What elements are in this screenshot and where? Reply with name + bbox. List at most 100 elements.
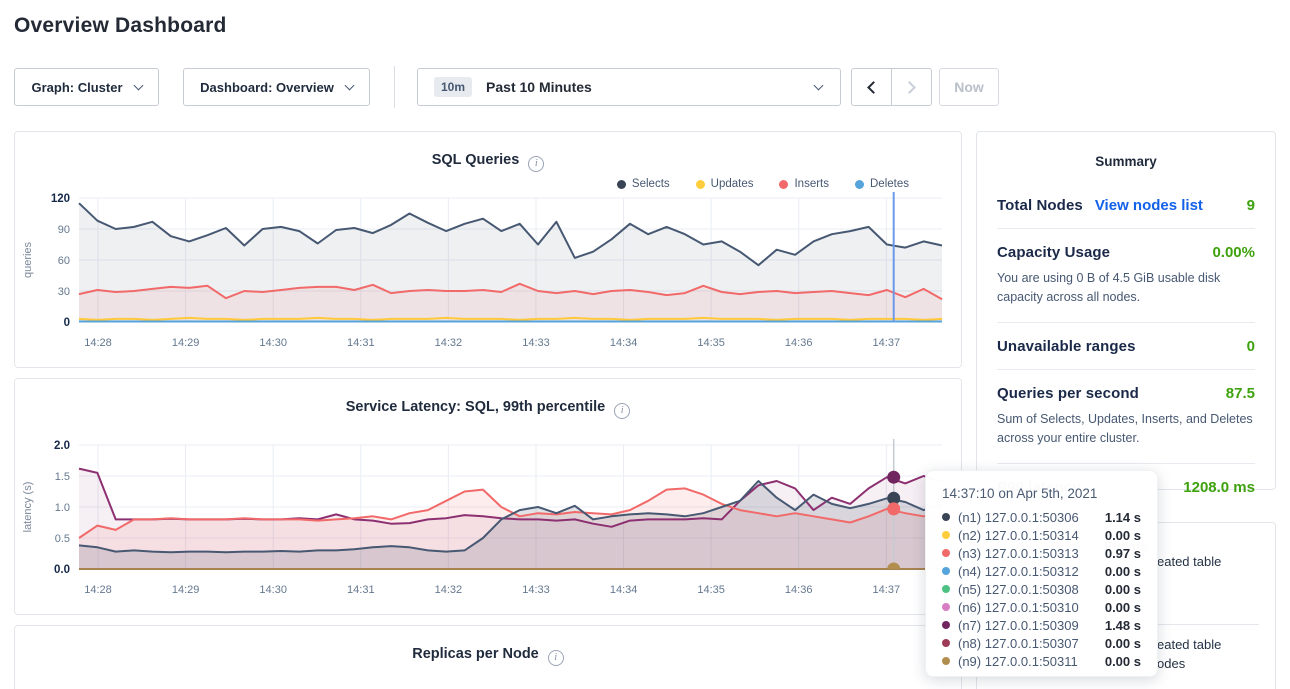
svg-text:14:33: 14:33: [522, 584, 550, 596]
dashboard-label: Dashboard: Overview: [200, 80, 334, 95]
tooltip-row: (n2) 127.0.0.1:503140.00 s: [942, 526, 1141, 544]
sql-queries-panel: SQL Queriesi SelectsUpdatesInsertsDelete…: [14, 131, 962, 368]
svg-text:14:36: 14:36: [785, 337, 813, 349]
svg-text:0.5: 0.5: [55, 533, 70, 545]
svg-text:60: 60: [58, 255, 70, 267]
chevron-right-icon: [903, 81, 916, 94]
service-latency-panel: Service Latency: SQL, 99th percentilei 1…: [14, 378, 962, 615]
svg-text:14:34: 14:34: [610, 337, 638, 349]
next-interval-button[interactable]: [891, 69, 931, 105]
unavailable-ranges-label: Unavailable ranges: [997, 338, 1136, 355]
dashboard-dropdown[interactable]: Dashboard: Overview: [183, 68, 370, 106]
tooltip-row: (n9) 127.0.0.1:503110.00 s: [942, 652, 1141, 670]
event-row-fragment[interactable]: odes: [1157, 656, 1185, 671]
svg-text:14:28: 14:28: [84, 584, 112, 596]
series-dot: [942, 621, 950, 629]
svg-text:14:33: 14:33: [522, 337, 550, 349]
page-title: Overview Dashboard: [14, 14, 227, 38]
chevron-down-icon: [344, 80, 354, 90]
graph-scope-label: Graph: Cluster: [31, 80, 122, 95]
svg-text:14:32: 14:32: [435, 337, 463, 349]
sql-queries-title: SQL Queriesi: [15, 132, 961, 172]
prev-interval-button[interactable]: [852, 69, 891, 105]
now-button[interactable]: Now: [939, 68, 999, 106]
capacity-description: You are using 0 B of 4.5 GiB usable disk…: [997, 269, 1255, 308]
toolbar-divider: [394, 66, 395, 108]
info-icon[interactable]: i: [548, 650, 564, 666]
service-latency-title: Service Latency: SQL, 99th percentilei: [15, 379, 961, 419]
svg-text:14:37: 14:37: [873, 584, 901, 596]
sql-queries-chart[interactable]: 14:28 14:29 14:30 14:31 14:32 14:33 14:34 14:35…: [15, 186, 955, 356]
info-icon[interactable]: i: [614, 403, 630, 419]
series-dot: [942, 585, 950, 593]
info-icon[interactable]: i: [528, 156, 544, 172]
overview-dashboard-page: Overview Dashboard Graph: Cluster Dashbo…: [0, 0, 1290, 689]
chevron-down-icon: [814, 80, 824, 90]
summary-row-qps: Queries per second 87.5 Sum of Selects, …: [997, 369, 1255, 463]
time-range-dropdown[interactable]: 10m Past 10 Minutes: [417, 68, 841, 106]
series-dot: [942, 513, 950, 521]
svg-text:14:35: 14:35: [697, 337, 725, 349]
svg-text:14:31: 14:31: [347, 337, 375, 349]
svg-text:14:34: 14:34: [610, 584, 638, 596]
svg-text:30: 30: [58, 286, 70, 298]
chevron-down-icon: [133, 80, 143, 90]
series-dot: [942, 603, 950, 611]
series-dot: [942, 531, 950, 539]
tooltip-row: (n4) 127.0.0.1:503120.00 s: [942, 562, 1141, 580]
svg-text:14:29: 14:29: [172, 337, 200, 349]
svg-text:14:32: 14:32: [435, 584, 463, 596]
event-row-fragment[interactable]: eated table: [1157, 637, 1221, 652]
svg-text:14:30: 14:30: [259, 337, 287, 349]
time-range-badge: 10m: [434, 77, 472, 97]
tooltip-row: (n8) 127.0.0.1:503070.00 s: [942, 634, 1141, 652]
service-latency-chart[interactable]: 14:2814:2914:3014:3114:3214:3314:3414:35…: [15, 433, 955, 603]
tooltip-row: (n7) 127.0.0.1:503091.48 s: [942, 616, 1141, 634]
capacity-label: Capacity Usage: [997, 244, 1110, 261]
svg-text:queries: queries: [22, 241, 34, 278]
graph-scope-dropdown[interactable]: Graph: Cluster: [14, 68, 159, 106]
svg-text:0.0: 0.0: [54, 564, 70, 576]
summary-row-unavailable: Unavailable ranges 0: [997, 322, 1255, 369]
summary-panel: Summary Total Nodes View nodes list 9 Ca…: [976, 131, 1276, 490]
qps-value: 87.5: [1226, 385, 1255, 402]
svg-text:120: 120: [51, 193, 70, 205]
series-dot: [942, 639, 950, 647]
total-nodes-value: 9: [1247, 197, 1255, 214]
time-pager: [851, 68, 932, 106]
qps-description: Sum of Selects, Updates, Inserts, and De…: [997, 410, 1255, 449]
event-row-fragment[interactable]: eated table: [1157, 554, 1221, 569]
qps-label: Queries per second: [997, 385, 1139, 402]
svg-text:14:28: 14:28: [84, 337, 112, 349]
chevron-left-icon: [867, 81, 880, 94]
tooltip-rows: (n1) 127.0.0.1:503061.14 s(n2) 127.0.0.1…: [942, 508, 1141, 670]
replicas-title: Replicas per Nodei: [15, 626, 961, 666]
svg-text:14:29: 14:29: [172, 584, 200, 596]
unavailable-ranges-value: 0: [1247, 338, 1255, 355]
svg-text:0: 0: [64, 317, 70, 329]
series-dot: [942, 657, 950, 665]
svg-text:2.0: 2.0: [54, 440, 70, 452]
svg-text:latency (s): latency (s): [22, 482, 34, 533]
tooltip-row: (n3) 127.0.0.1:503130.97 s: [942, 544, 1141, 562]
svg-text:1.0: 1.0: [55, 502, 70, 514]
series-dot: [942, 567, 950, 575]
capacity-value: 0.00%: [1212, 244, 1255, 261]
series-dot: [942, 549, 950, 557]
tooltip-row: (n6) 127.0.0.1:503100.00 s: [942, 598, 1141, 616]
time-range-label: Past 10 Minutes: [486, 79, 592, 95]
svg-text:14:30: 14:30: [259, 584, 287, 596]
p99-latency-value: 1208.0 ms: [1183, 479, 1255, 496]
svg-text:14:35: 14:35: [697, 584, 725, 596]
svg-text:14:36: 14:36: [785, 584, 813, 596]
summary-row-total-nodes: Total Nodes View nodes list 9: [997, 182, 1255, 228]
summary-row-capacity: Capacity Usage 0.00% You are using 0 B o…: [997, 228, 1255, 322]
tooltip-timestamp: 14:37:10 on Apr 5th, 2021: [942, 486, 1141, 501]
total-nodes-label: Total Nodes: [997, 197, 1083, 214]
view-nodes-list-link[interactable]: View nodes list: [1095, 197, 1203, 214]
tooltip-row: (n5) 127.0.0.1:503080.00 s: [942, 580, 1141, 598]
svg-text:90: 90: [58, 224, 70, 236]
chart-hover-tooltip: 14:37:10 on Apr 5th, 2021 (n1) 127.0.0.1…: [925, 470, 1158, 677]
replicas-panel: Replicas per Nodei: [14, 625, 962, 689]
svg-text:1.5: 1.5: [55, 471, 70, 483]
